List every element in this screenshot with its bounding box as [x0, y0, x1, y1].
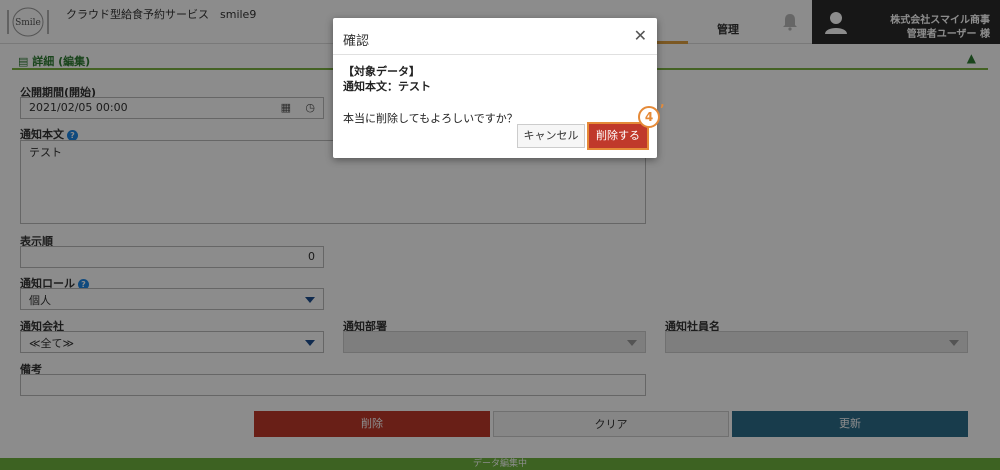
cancel-button[interactable]: キャンセル — [517, 124, 585, 148]
target-value: 通知本文：テスト — [343, 80, 431, 93]
target-label: 【対象データ】 — [343, 65, 420, 78]
dialog-question: 本当に削除してもよろしいですか？ — [343, 112, 518, 125]
step-badge: 4 — [638, 106, 660, 128]
dialog-title: 確認 — [343, 34, 370, 49]
confirm-delete-button[interactable]: 削除する — [587, 122, 649, 150]
divider — [333, 54, 657, 55]
close-icon[interactable]: ✕ — [634, 26, 647, 45]
step-tick: ʼ — [660, 102, 665, 116]
confirm-dialog: 確認 ✕ 【対象データ】 通知本文：テスト 本当に削除してもよろしいですか？ キ… — [333, 18, 657, 158]
